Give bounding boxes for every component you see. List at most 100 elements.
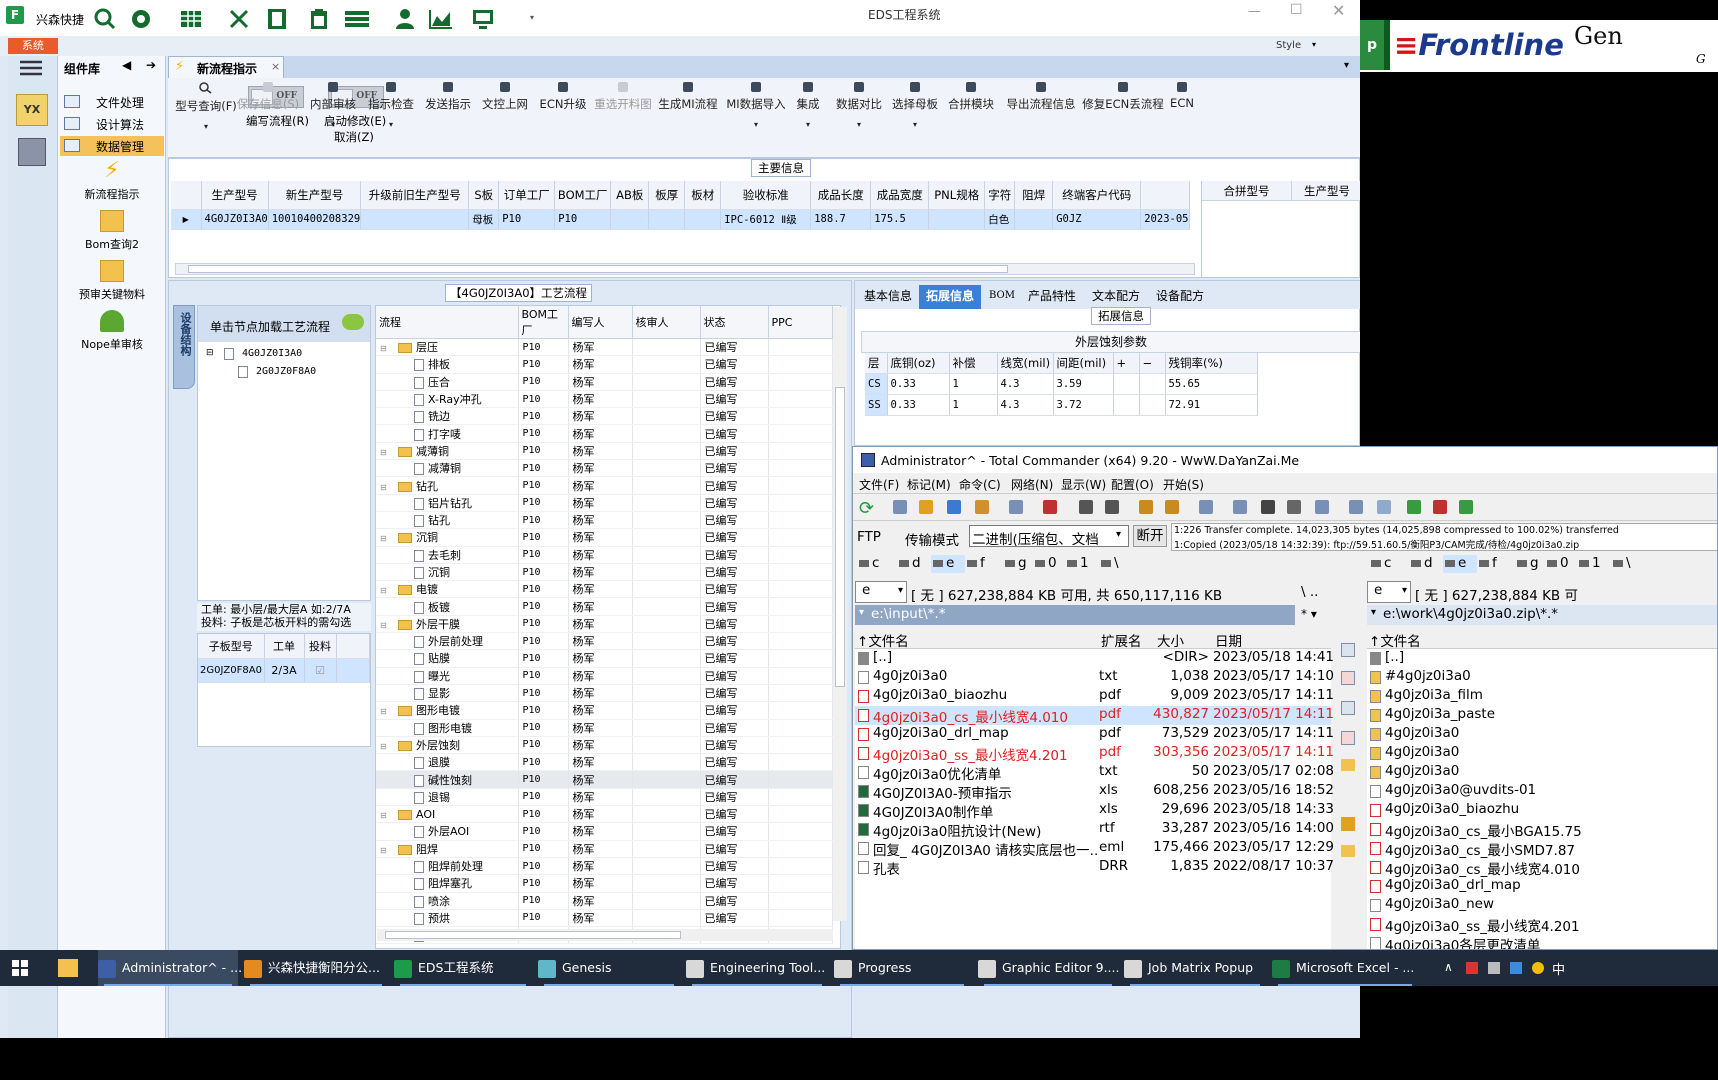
process-vscroll-thumb[interactable] bbox=[835, 387, 845, 687]
minimize-icon[interactable]: — bbox=[1248, 4, 1261, 19]
process-hscroll[interactable] bbox=[377, 929, 833, 941]
process-step-row[interactable]: 预烘 P10 杨军 已编写 bbox=[376, 909, 833, 928]
sort-name-header[interactable]: ↑文件名 bbox=[857, 630, 909, 650]
main-info-header[interactable]: S板 bbox=[468, 181, 500, 210]
process-col-header[interactable]: PPC bbox=[768, 306, 833, 339]
left-drive-7[interactable]: \ bbox=[1099, 555, 1129, 573]
merge-grid[interactable]: 合拼型号 生产型号 bbox=[1201, 181, 1360, 277]
clipboard-icon[interactable] bbox=[308, 8, 330, 30]
process-step-row[interactable]: 铣边 P10 杨军 已编写 bbox=[376, 407, 833, 426]
shortcut-3[interactable]: Nope单审核 bbox=[60, 310, 164, 352]
tc-tool-icon[interactable] bbox=[1287, 500, 1301, 514]
menu-icon[interactable] bbox=[20, 60, 42, 76]
right-drive-0[interactable]: c bbox=[1369, 555, 1399, 573]
process-step-row[interactable]: 显影 P10 杨军 已编写 bbox=[376, 684, 833, 703]
tab-system[interactable]: 系统 bbox=[8, 38, 58, 54]
process-step-row[interactable]: 阻焊塞孔 P10 杨军 已编写 bbox=[376, 874, 833, 893]
ext-tab-5[interactable]: 设备配方 bbox=[1151, 285, 1209, 309]
sub-board-grid[interactable]: 子板型号 工单 投料 2G0JZ0F8A0 2/3A ☑ bbox=[197, 633, 371, 747]
process-step-row[interactable]: 退膜 P10 杨军 已编写 bbox=[376, 753, 833, 772]
left-drive-4[interactable]: g bbox=[1003, 555, 1033, 573]
archive-row[interactable]: 4g0jz0i3a0_drl_map bbox=[1367, 877, 1717, 896]
process-group-row[interactable]: ⊟ 减薄铜 P10 杨军 已编写 bbox=[376, 442, 833, 461]
tc-menu-3[interactable]: 网络(N) bbox=[1011, 476, 1053, 493]
compo-item-algo[interactable]: 设计算法 bbox=[60, 114, 164, 134]
tc-tool-icon[interactable] bbox=[1043, 500, 1057, 514]
process-step-row[interactable]: 外层AOI P10 杨军 已编写 bbox=[376, 822, 833, 841]
col-ext[interactable]: 扩展名 bbox=[1101, 630, 1142, 650]
tab-list-dropdown-icon[interactable]: ▾ bbox=[1344, 60, 1349, 71]
process-step-row[interactable]: 沉铜 P10 杨军 已编写 bbox=[376, 563, 833, 582]
archive-row[interactable]: 4g0jz0i3a0_biaozhu bbox=[1367, 801, 1717, 820]
tc-menu-1[interactable]: 标记(M) bbox=[907, 476, 951, 493]
process-step-row[interactable]: 减薄铜 P10 杨军 已编写 bbox=[376, 459, 833, 478]
main-info-header[interactable]: 验收标准 bbox=[720, 181, 812, 210]
right-drive-5[interactable]: 0 bbox=[1545, 555, 1575, 573]
tray-app-icon[interactable] bbox=[1466, 962, 1478, 974]
process-group-row[interactable]: ⊟ 阻焊 P10 杨军 已编写 bbox=[376, 840, 833, 858]
ribbon-button-6[interactable]: 重选开料图 bbox=[586, 82, 660, 112]
process-col-header[interactable]: 核审人 bbox=[632, 306, 701, 339]
main-info-header[interactable]: 板厚 bbox=[648, 181, 686, 210]
compo-item-data[interactable]: 数据管理 bbox=[60, 136, 164, 156]
tc-tool-icon[interactable] bbox=[919, 500, 933, 514]
process-step-row[interactable]: 曝光 P10杨军 已编写 bbox=[376, 667, 833, 685]
table-icon[interactable] bbox=[180, 8, 202, 30]
main-info-header[interactable]: 新生产型号 bbox=[268, 181, 362, 210]
tc-tool-icon[interactable] bbox=[1349, 500, 1363, 514]
transfer-mode-select[interactable]: 二进制(压缩包、文档 ▾ bbox=[969, 525, 1129, 548]
process-step-row[interactable]: 碱性蚀刻 P10 杨军 已编写 bbox=[376, 770, 833, 789]
process-step-row[interactable]: 贴膜 P10 杨军 已编写 bbox=[376, 649, 833, 668]
tc-tool-icon[interactable] bbox=[1261, 500, 1275, 514]
tc-tool-icon[interactable] bbox=[1377, 500, 1391, 514]
ext-tab-3[interactable]: 产品特性 bbox=[1023, 285, 1081, 309]
process-step-row[interactable]: 外层前处理 P10 杨军 已编写 bbox=[376, 632, 833, 651]
ribbon-button-15[interactable]: ECN bbox=[1160, 82, 1204, 110]
tc-menu-6[interactable]: 开始(S) bbox=[1163, 476, 1204, 493]
taskbar-item-1[interactable]: 兴森快捷衡阳分公... bbox=[244, 950, 388, 986]
shortcut-2[interactable]: 预审关键物料 bbox=[60, 260, 164, 302]
file-row[interactable]: 4g0jz0i3a0_ss_最小线宽4.201 pdf 303,356 2023/05… bbox=[855, 744, 1334, 764]
main-info-header[interactable]: 订单工厂 bbox=[498, 181, 556, 210]
list-icon[interactable] bbox=[344, 8, 369, 30]
main-info-header[interactable]: 升级前旧生产型号 bbox=[360, 181, 470, 210]
ime-indicator[interactable]: 中 bbox=[1552, 959, 1565, 978]
archive-row[interactable]: 4g0jz0i3a0 bbox=[1367, 725, 1717, 744]
process-group-row[interactable]: ⊟ 钻孔 P10 杨军 已编写 bbox=[376, 476, 833, 495]
tree-root-node[interactable]: 4G0JZ0I3A0 bbox=[242, 348, 302, 359]
taskbar-item-2[interactable]: EDS工程系统 bbox=[394, 950, 532, 986]
ext-tab-4[interactable]: 文本配方 bbox=[1087, 285, 1145, 309]
maximize-icon[interactable]: ☐ bbox=[1290, 2, 1303, 18]
taskbar-item-8[interactable]: Microsoft Excel - ... bbox=[1272, 950, 1418, 986]
tc-menu-0[interactable]: 文件(F) bbox=[859, 476, 899, 493]
taskbar-item-3[interactable]: Genesis bbox=[538, 950, 680, 986]
archive-row[interactable]: 4g0jz0i3a0_cs_最小线宽4.010 bbox=[1367, 858, 1717, 878]
right-drive-3[interactable]: f bbox=[1477, 555, 1507, 573]
ribbon-button-7[interactable]: 生成MI流程 bbox=[650, 82, 726, 112]
archive-row[interactable]: 4g0jz0i3a0 bbox=[1367, 744, 1717, 763]
quick-access-dropdown-icon[interactable]: ▾ bbox=[530, 13, 534, 22]
shortcut-1[interactable]: Bom查询2 bbox=[60, 210, 164, 252]
tray-status-icon[interactable] bbox=[1532, 962, 1544, 974]
file-row[interactable]: 4g0jz0i3a0_biaozhu pdf 9,009 2023/05/17 14:… bbox=[855, 687, 1334, 706]
file-row[interactable]: [..] <DIR> 2023/05/18 14:41 bbox=[855, 649, 1334, 668]
copy-icon[interactable] bbox=[1341, 701, 1355, 715]
ext-tab-1[interactable]: 拓展信息 bbox=[919, 285, 981, 309]
process-group-row[interactable]: ⊟ AOI P10 杨军 已编写 bbox=[376, 805, 833, 824]
calculator-icon[interactable] bbox=[18, 138, 46, 166]
process-group-row[interactable]: ⊟ 图形电镀 P10 杨军 已编写 bbox=[376, 701, 833, 720]
tc-tool-icon[interactable] bbox=[893, 500, 907, 514]
right-drive-4[interactable]: g bbox=[1515, 555, 1545, 573]
ribbon-button-8[interactable]: MI数据导入 ▾ bbox=[718, 82, 794, 129]
process-step-row[interactable]: 图形电镀 P10 杨军 已编写 bbox=[376, 719, 833, 737]
archive-icon[interactable] bbox=[1341, 817, 1355, 831]
left-drive-select[interactable]: e ▾ bbox=[855, 581, 907, 603]
folder-open-icon[interactable] bbox=[1341, 845, 1355, 857]
left-drive-2[interactable]: e bbox=[931, 555, 965, 573]
process-step-row[interactable]: 退锡 P10 杨军 已编写 bbox=[376, 788, 833, 807]
etch-row[interactable]: SS 0.33 1 4.3 3.72 72.91 bbox=[865, 394, 1258, 416]
shortcut-0[interactable]: ⚡ 新流程指示 bbox=[60, 160, 164, 202]
left-filter[interactable]: * ▾ bbox=[1301, 607, 1317, 621]
pin-icon[interactable]: ➔ bbox=[146, 58, 156, 72]
close-icon[interactable]: ✕ bbox=[1332, 1, 1345, 20]
